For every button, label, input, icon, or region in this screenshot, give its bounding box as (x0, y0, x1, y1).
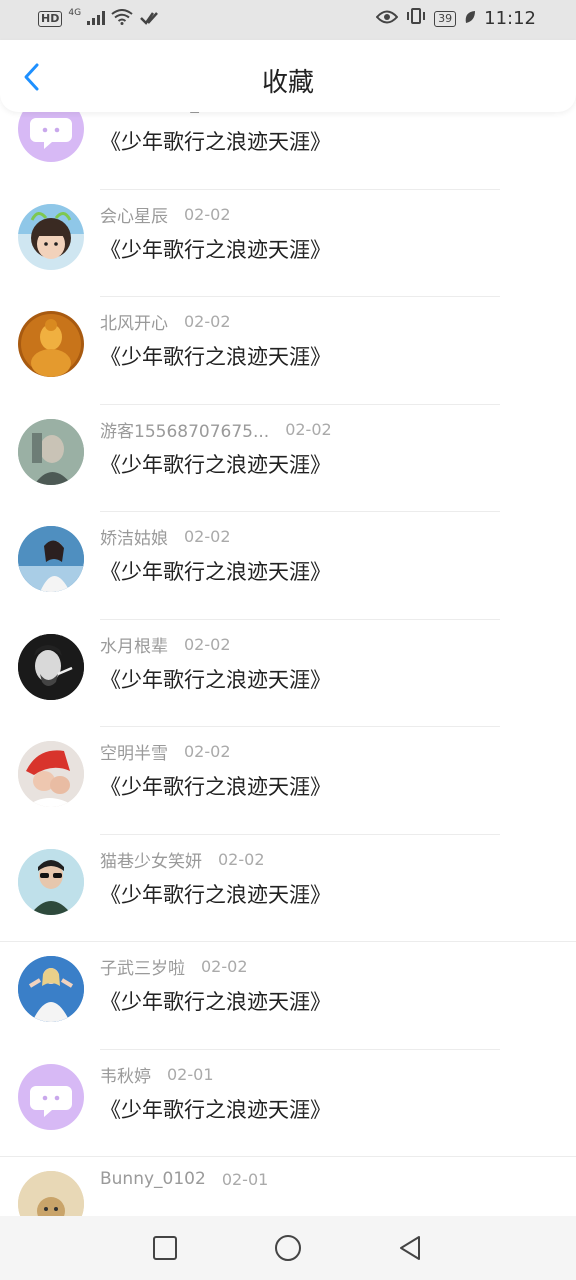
item-meta: 韦秋婷 02-01 (100, 1062, 214, 1087)
nav-bar (0, 1216, 576, 1280)
date: 02-02 (285, 112, 332, 114)
avatar[interactable] (18, 418, 84, 485)
date: 02-02 (218, 849, 265, 869)
page-title: 收藏 (261, 68, 314, 98)
item-meta: 北风开心 02-02 (100, 309, 231, 334)
favorites-list: 181***709_97192...02-02《少年歌行之浪迹天涯》会心星辰02… (0, 112, 576, 1216)
username: 韦秋婷 (100, 1066, 151, 1087)
wifi-icon (111, 9, 133, 29)
avatar[interactable] (18, 203, 84, 270)
content-title[interactable]: 《少年歌行之浪迹天涯》 (100, 986, 331, 1016)
item-meta: 181***709_97192... 02-02 (100, 112, 332, 114)
item-meta: 子武三岁啦 02-02 (100, 954, 248, 979)
username: 娇洁姑娘 (100, 529, 168, 549)
vibrate-icon (406, 8, 426, 29)
item-meta: 猫巷少女笑妍 02-02 (100, 847, 265, 872)
content-title[interactable]: 《少年歌行之浪迹天涯》 (100, 664, 331, 694)
item-meta: 空明半雪 02-02 (100, 739, 231, 764)
item-meta: 水月根辈 02-02 (100, 632, 231, 657)
date: 02-01 (221, 1169, 269, 1189)
list-inner: 181***709_97192...02-02《少年歌行之浪迹天涯》会心星辰02… (0, 112, 576, 1216)
square-icon (153, 1236, 177, 1260)
data-sync-icon (139, 10, 159, 29)
content-title[interactable]: 《少年歌行之浪迹天涯》 (100, 1094, 331, 1124)
content-title[interactable]: 《少年歌行之浪迹天涯》 (100, 449, 331, 479)
username: 水月根辈 (100, 636, 168, 657)
list-item[interactable]: 子武三岁啦 02-02 《少年歌行之浪迹天涯》 (0, 942, 576, 1050)
item-meta: Bunny_0102 02-01 (100, 1169, 268, 1189)
avatar[interactable] (18, 1063, 84, 1130)
status-bar: HD 4G 39 11:12 (0, 0, 576, 40)
list-item[interactable]: 181***709_97192... 02-02 《少年歌行之浪迹天涯》 (0, 112, 576, 190)
username: 会心星辰 (100, 206, 168, 227)
triangle-back-icon (400, 1236, 420, 1260)
status-left: HD 4G (38, 8, 159, 29)
hd-badge: HD (38, 11, 63, 27)
list-item[interactable]: Bunny_0102 02-01 (0, 1157, 576, 1216)
screen: HD 4G 39 11:12 收藏 《少年歌行之浪迹天涯》 会心星辰 02-02… (0, 0, 576, 1280)
content-title[interactable]: 《少年歌行之浪迹天涯》 (100, 126, 331, 156)
date: 02-01 (167, 1064, 214, 1084)
date: 02-02 (184, 634, 231, 654)
content-title[interactable]: 《少年歌行之浪迹天涯》 (100, 234, 331, 264)
date: 02-02 (201, 957, 248, 976)
date: 02-02 (184, 527, 231, 546)
clock-time: 11:12 (484, 8, 536, 29)
status-right: 39 11:12 (375, 8, 536, 29)
recent-apps-button[interactable] (149, 1232, 181, 1264)
date: 02-02 (184, 312, 231, 331)
list-item[interactable]: 猫巷少女笑妍 02-02 《少年歌行之浪迹天涯》 (0, 835, 576, 942)
avatar[interactable] (18, 848, 84, 915)
item-meta: 会心星辰 02-02 (100, 202, 231, 227)
avatar[interactable] (18, 1171, 84, 1216)
content-title[interactable]: 《少年歌行之浪迹天涯》 (100, 771, 331, 801)
date: 02-02 (184, 204, 231, 224)
eye-icon (375, 8, 399, 29)
list-item[interactable]: 娇洁姑娘 02-02 《少年歌行之浪迹天涯》 (0, 512, 576, 620)
content-title[interactable]: 《少年歌行之浪迹天涯》 (100, 879, 331, 909)
item-meta: 娇洁姑娘 02-02 (100, 524, 231, 549)
avatar[interactable] (18, 526, 84, 592)
header: 收藏 (0, 40, 576, 112)
list-item[interactable]: 会心星辰 02-02 《少年歌行之浪迹天涯》 (0, 190, 576, 297)
username: 空明半雪 (100, 744, 168, 764)
list-item[interactable]: 游客15568707675... 02-02 《少年歌行之浪迹天涯》 (0, 405, 576, 512)
avatar[interactable] (18, 956, 84, 1022)
circle-icon (275, 1235, 301, 1261)
username: 子武三岁啦 (100, 959, 185, 979)
list-item[interactable]: 水月根辈 02-02 《少年歌行之浪迹天涯》 (0, 620, 576, 727)
username: Bunny_0102 (100, 1169, 206, 1189)
item-meta: 游客15568707675... 02-02 (100, 417, 332, 442)
list-item[interactable]: 空明半雪 02-02 《少年歌行之浪迹天涯》 (0, 727, 576, 835)
content-title[interactable]: 《少年歌行之浪迹天涯》 (100, 556, 331, 586)
nav-back-button[interactable] (394, 1232, 426, 1264)
date: 02-02 (285, 419, 332, 439)
content-title[interactable]: 《少年歌行之浪迹天涯》 (100, 341, 331, 371)
avatar[interactable] (18, 311, 84, 377)
signal-icon (87, 10, 106, 29)
avatar[interactable] (18, 112, 84, 162)
username: 181***709_97192... (100, 112, 269, 114)
home-button[interactable] (272, 1232, 304, 1264)
username: 北风开心 (100, 314, 168, 334)
username: 游客15568707675... (100, 421, 270, 442)
avatar[interactable] (18, 741, 84, 807)
list-item[interactable]: 北风开心 02-02 《少年歌行之浪迹天涯》 (0, 297, 576, 405)
avatar[interactable] (18, 633, 84, 700)
date: 02-02 (184, 742, 231, 761)
username: 猫巷少女笑妍 (100, 851, 202, 872)
leaf-icon (464, 8, 476, 29)
battery-indicator: 39 (434, 10, 457, 27)
list-item[interactable]: 韦秋婷 02-01 《少年歌行之浪迹天涯》 (0, 1050, 576, 1157)
network-label: 4G (68, 8, 82, 18)
